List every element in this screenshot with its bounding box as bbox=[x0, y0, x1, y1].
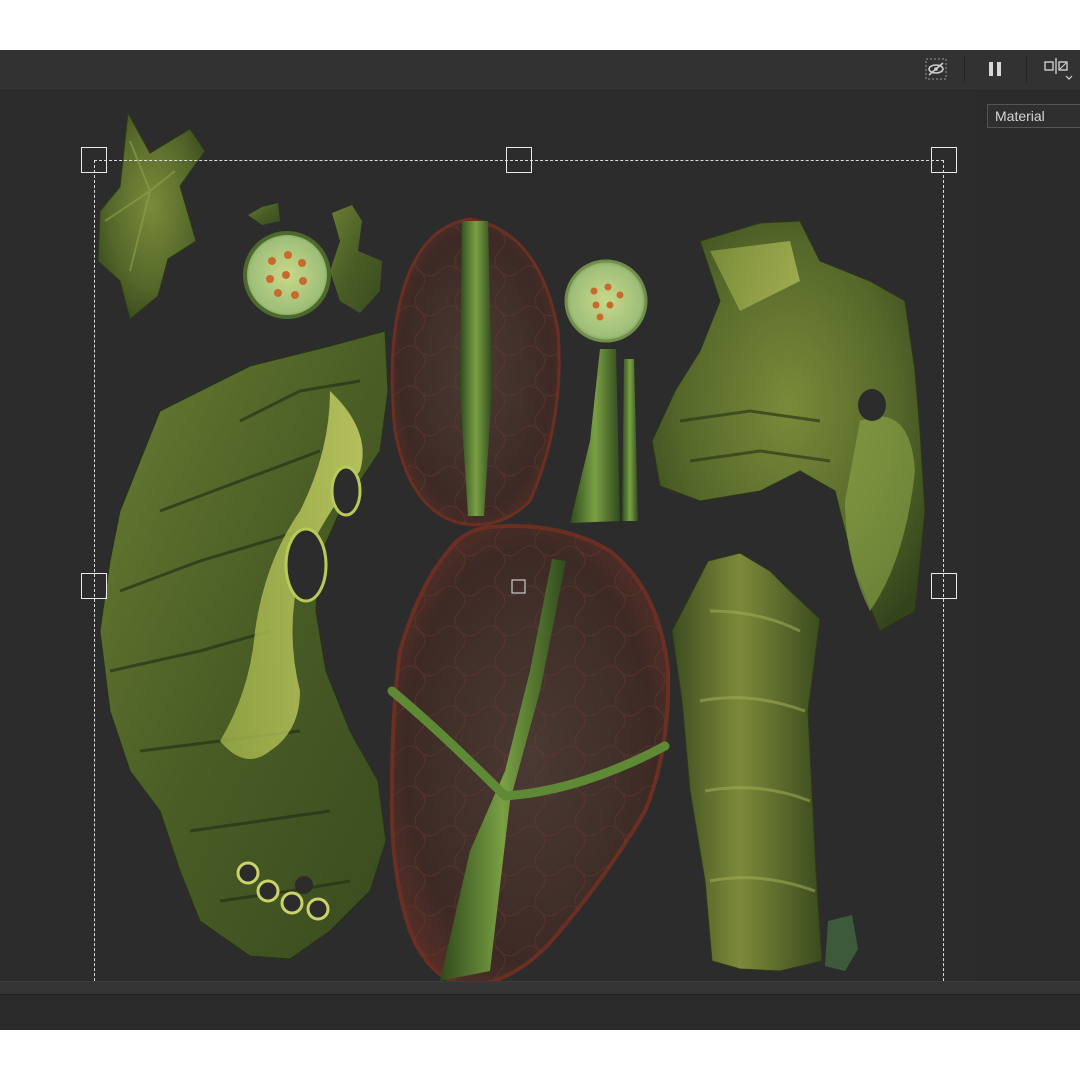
transform-handle-top[interactable] bbox=[506, 147, 532, 173]
uv-island-petal-bottom bbox=[387, 524, 671, 981]
transform-handle-left[interactable] bbox=[81, 573, 107, 599]
channel-dropdown-value: Material bbox=[995, 108, 1045, 124]
editor-window: Material bbox=[0, 50, 1080, 1030]
uv-island-star bbox=[97, 111, 206, 320]
uv-island-fragment bbox=[248, 203, 280, 225]
toolbar-separator bbox=[1026, 56, 1027, 82]
pause-icon[interactable] bbox=[979, 54, 1011, 84]
uv-island-bud bbox=[243, 231, 331, 319]
transform-handle-right[interactable] bbox=[931, 573, 957, 599]
top-toolbar bbox=[0, 50, 1080, 91]
mirror-options-icon[interactable] bbox=[1038, 54, 1078, 84]
uv-island-petal-top bbox=[390, 217, 561, 527]
uv-island-leaf-right-top bbox=[651, 220, 926, 632]
uv-island-stem bbox=[570, 349, 620, 523]
status-bar bbox=[0, 981, 1080, 1030]
properties-panel: Material bbox=[975, 91, 1080, 981]
uv-texture-canvas bbox=[97, 111, 926, 981]
uv-island-fragment bbox=[330, 205, 382, 313]
uv-island-stem bbox=[622, 359, 638, 521]
transform-handle-top-left[interactable] bbox=[81, 147, 107, 173]
uv-island-bud bbox=[564, 259, 648, 343]
uv-island-trunk bbox=[671, 552, 858, 972]
transform-handle-top-right[interactable] bbox=[931, 147, 957, 173]
uv-island-leaf-left bbox=[99, 330, 389, 960]
uv-viewport[interactable] bbox=[0, 91, 975, 981]
toolbar-separator bbox=[964, 56, 965, 82]
horizontal-scrollbar[interactable] bbox=[0, 982, 1080, 995]
channel-dropdown[interactable]: Material bbox=[987, 104, 1080, 128]
visibility-off-icon[interactable] bbox=[920, 54, 952, 84]
